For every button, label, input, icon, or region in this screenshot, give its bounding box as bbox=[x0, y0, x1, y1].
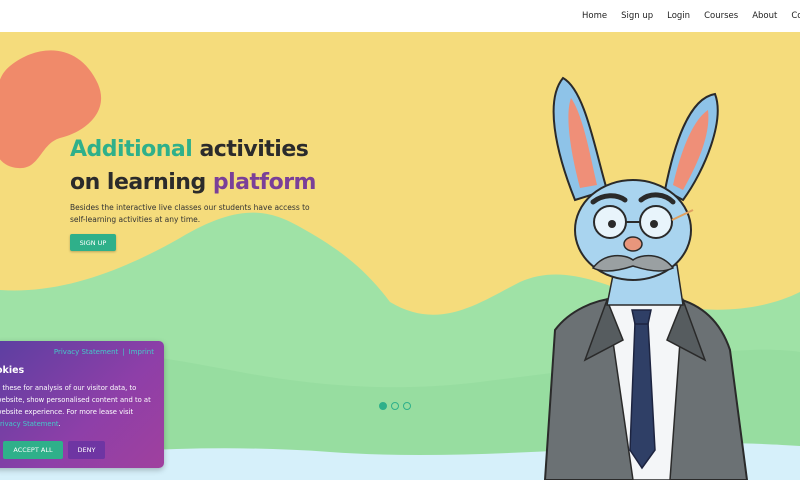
nav-link-login[interactable]: Login bbox=[667, 11, 690, 21]
hero-subtext: Besides the interactive live classes our… bbox=[70, 203, 310, 224]
carousel-dot-3[interactable] bbox=[403, 402, 411, 410]
rabbit-teacher-illustration bbox=[543, 76, 749, 480]
hero-headline: Additional activities on learning platfo… bbox=[70, 133, 317, 199]
carousel-dots bbox=[379, 402, 415, 410]
headline-accent-1: Additional bbox=[70, 137, 193, 162]
cookie-text-end: . bbox=[58, 420, 61, 428]
cookie-text-body: e these for analysis of our visitor data… bbox=[0, 384, 151, 416]
nav-links: Home Sign up Login Courses About Contact bbox=[582, 0, 800, 32]
sign-up-button[interactable]: SIGN UP bbox=[70, 234, 116, 251]
headline-line1-rest: activities bbox=[192, 137, 309, 162]
top-navigation: Home Sign up Login Courses About Contact bbox=[0, 0, 800, 32]
nav-link-about[interactable]: About bbox=[752, 11, 777, 21]
cookie-banner-title: okies bbox=[0, 365, 25, 376]
deny-button[interactable]: DENY bbox=[68, 441, 105, 459]
privacy-statement-link[interactable]: Privacy Statement bbox=[54, 348, 118, 356]
headline-accent-2: platform bbox=[212, 170, 317, 195]
carousel-dot-1[interactable] bbox=[379, 402, 387, 410]
cookie-banner-text: e these for analysis of our visitor data… bbox=[0, 382, 156, 430]
link-separator: | bbox=[122, 348, 125, 356]
cookie-privacy-link[interactable]: Privacy Statement bbox=[0, 420, 59, 428]
cookie-banner-links: Privacy Statement | Imprint bbox=[54, 348, 154, 356]
headline-line2-start: on learning bbox=[70, 170, 213, 195]
nav-link-home[interactable]: Home bbox=[582, 11, 607, 21]
accept-all-button[interactable]: ACCEPT ALL bbox=[3, 441, 63, 459]
nav-link-sign-up[interactable]: Sign up bbox=[621, 11, 653, 21]
nav-link-contact[interactable]: Contact bbox=[791, 11, 800, 21]
imprint-link[interactable]: Imprint bbox=[129, 348, 154, 356]
nav-link-courses[interactable]: Courses bbox=[704, 11, 738, 21]
carousel-dot-2[interactable] bbox=[391, 402, 399, 410]
cookie-banner: Privacy Statement | Imprint okies e these … bbox=[0, 341, 164, 468]
